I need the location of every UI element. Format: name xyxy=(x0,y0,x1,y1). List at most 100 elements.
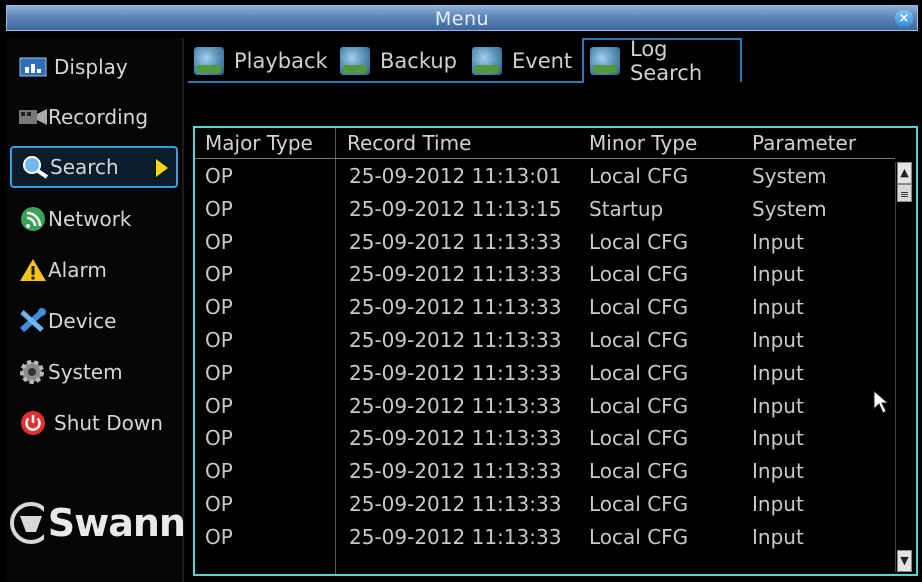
event-icon xyxy=(472,47,502,75)
sidebar-item-display[interactable]: Display xyxy=(10,46,178,88)
alarm-icon xyxy=(18,258,48,282)
header-record-time[interactable]: Record Time xyxy=(347,131,471,155)
sidebar-item-shut-down[interactable]: Shut Down xyxy=(10,402,178,444)
cell-major-type: OP xyxy=(205,393,233,418)
cell-minor-type: Local CFG xyxy=(589,328,689,352)
power-icon xyxy=(18,411,48,435)
header-major-type[interactable]: Major Type xyxy=(205,131,313,155)
tab-bar: Playback Backup Event Log Search xyxy=(188,37,922,85)
sidebar-item-label: Shut Down xyxy=(54,411,163,435)
recording-icon xyxy=(18,105,48,129)
cell-major-type: OP xyxy=(205,328,233,352)
cell-minor-type: Local CFG xyxy=(589,524,689,549)
close-icon: × xyxy=(898,11,910,26)
logo-text: Swann xyxy=(47,501,186,545)
sidebar-item-label: Display xyxy=(54,55,128,79)
cell-minor-type: Local CFG xyxy=(589,426,689,451)
sidebar-item-label: Device xyxy=(48,309,117,333)
header-divider xyxy=(195,158,895,159)
log-search-icon xyxy=(590,47,620,75)
sidebar-item-label: System xyxy=(48,360,123,384)
cell-parameter: Input xyxy=(752,360,804,385)
cell-parameter: Input xyxy=(752,426,804,451)
close-button[interactable]: × xyxy=(895,10,913,27)
tab-label: Playback xyxy=(234,49,328,73)
cell-major-type: OP xyxy=(205,492,233,516)
sidebar-item-search[interactable]: Search xyxy=(10,146,178,188)
cell-parameter: Input xyxy=(752,262,804,287)
column-divider xyxy=(335,128,336,574)
cell-major-type: OP xyxy=(205,524,233,549)
sidebar-item-label: Search xyxy=(50,155,119,179)
swann-logo-icon xyxy=(10,502,44,544)
cell-record-time: 25-09-2012 11:13:33 xyxy=(349,459,562,484)
cell-parameter: Input xyxy=(752,524,804,549)
cell-minor-type: Local CFG xyxy=(589,492,689,516)
sidebar-item-label: Alarm xyxy=(48,258,107,282)
cell-major-type: OP xyxy=(205,426,233,451)
sidebar-item-label: Recording xyxy=(48,105,149,129)
cell-minor-type: Local CFG xyxy=(589,295,689,320)
cell-major-type: OP xyxy=(205,164,233,188)
window-title: Menu xyxy=(434,8,490,30)
cell-parameter: System xyxy=(752,196,827,221)
cell-parameter: Input xyxy=(752,459,804,484)
cell-major-type: OP xyxy=(205,196,233,221)
cell-minor-type: Local CFG xyxy=(589,229,689,254)
tab-label: Event xyxy=(512,49,573,73)
cell-record-time: 25-09-2012 11:13:33 xyxy=(349,295,562,320)
chevron-right-icon xyxy=(156,159,168,177)
system-icon xyxy=(18,360,48,384)
swann-logo: Swann xyxy=(10,498,186,548)
sidebar-item-alarm[interactable]: Alarm xyxy=(10,249,178,291)
tab-playback[interactable]: Playback xyxy=(188,42,328,80)
scrollbar[interactable]: ▲ ≡ ▼ xyxy=(895,162,914,572)
cell-record-time: 25-09-2012 11:13:01 xyxy=(349,164,562,188)
cell-parameter: Input xyxy=(752,393,804,418)
tab-log-search[interactable]: Log Search xyxy=(582,37,742,85)
cell-parameter: Input xyxy=(752,295,804,320)
cell-minor-type: Local CFG xyxy=(589,393,689,418)
cell-major-type: OP xyxy=(205,459,233,484)
cell-parameter: Input xyxy=(752,492,804,516)
scroll-thumb[interactable]: ≡ xyxy=(897,184,912,202)
tab-label: Log Search xyxy=(630,37,703,85)
sidebar-item-recording[interactable]: Recording xyxy=(10,96,178,138)
search-icon xyxy=(20,155,50,179)
cell-record-time: 25-09-2012 11:13:33 xyxy=(349,229,562,254)
cell-parameter: Input xyxy=(752,229,804,254)
header-parameter[interactable]: Parameter xyxy=(752,131,856,155)
device-icon xyxy=(18,308,48,333)
cell-minor-type: Startup xyxy=(589,196,664,221)
cell-record-time: 25-09-2012 11:13:33 xyxy=(349,360,562,385)
mouse-cursor-icon xyxy=(873,390,889,414)
cell-record-time: 25-09-2012 11:13:33 xyxy=(349,393,562,418)
cell-record-time: 25-09-2012 11:13:33 xyxy=(349,524,562,549)
tab-backup[interactable]: Backup xyxy=(334,42,457,80)
cell-record-time: 25-09-2012 11:13:33 xyxy=(349,426,562,451)
cell-record-time: 25-09-2012 11:13:15 xyxy=(349,196,562,221)
scroll-up-button[interactable]: ▲ xyxy=(897,162,912,184)
cell-parameter: System xyxy=(752,164,827,188)
sidebar-item-label: Network xyxy=(48,207,132,231)
log-table: Major Type Record Time Minor Type Parame… xyxy=(193,126,918,576)
cell-record-time: 25-09-2012 11:13:33 xyxy=(349,328,562,352)
header-minor-type[interactable]: Minor Type xyxy=(589,131,697,155)
sidebar-item-network[interactable]: Network xyxy=(10,198,178,240)
playback-icon xyxy=(194,47,224,75)
cell-major-type: OP xyxy=(205,360,233,385)
cell-record-time: 25-09-2012 11:13:33 xyxy=(349,492,562,516)
cell-minor-type: Local CFG xyxy=(589,164,689,188)
tab-event[interactable]: Event xyxy=(466,42,572,80)
title-bar: Menu × xyxy=(6,5,918,31)
sidebar: Display Recording Search Network Alarm D… xyxy=(6,38,186,582)
cell-major-type: OP xyxy=(205,262,233,287)
sidebar-item-device[interactable]: Device xyxy=(10,300,178,342)
sidebar-item-system[interactable]: System xyxy=(10,351,178,393)
cell-major-type: OP xyxy=(205,229,233,254)
chevron-up-icon: ▲ xyxy=(900,166,909,179)
scroll-down-button[interactable]: ▼ xyxy=(897,550,912,572)
display-icon xyxy=(18,55,48,79)
backup-icon xyxy=(340,47,370,75)
cell-minor-type: Local CFG xyxy=(589,262,689,287)
